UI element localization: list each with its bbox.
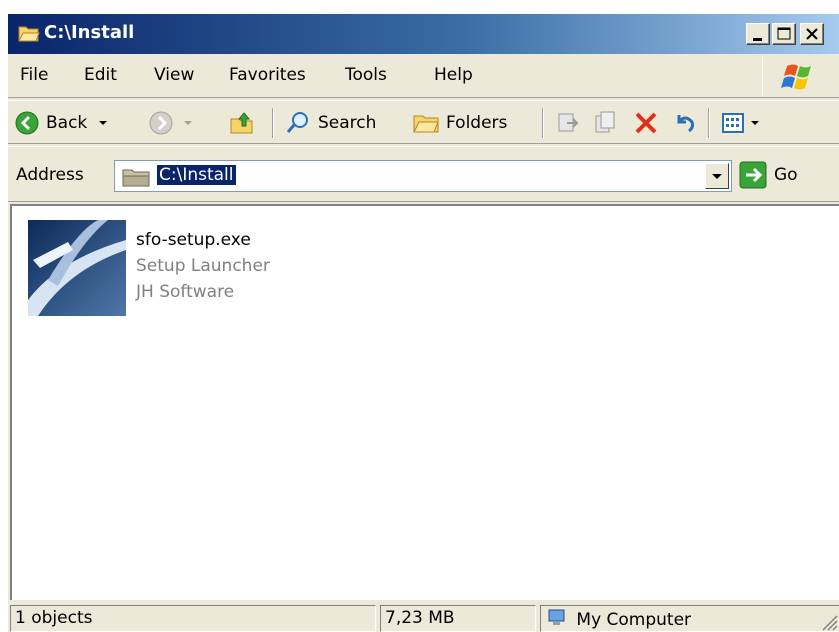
undo-button[interactable] [670, 108, 698, 138]
close-icon [806, 28, 818, 40]
forward-arrow-icon [149, 111, 173, 135]
menu-help[interactable]: Help [434, 65, 473, 85]
resize-grip-icon[interactable] [817, 610, 839, 632]
address-value: C:\Install [157, 165, 236, 185]
toolbar-separator [542, 108, 544, 138]
status-size-text: 7,23 MB [385, 608, 455, 628]
status-bar: 1 objects 7,23 MB My Computer [8, 602, 839, 632]
delete-x-icon [635, 112, 657, 134]
status-objects-text: 1 objects [15, 608, 93, 628]
go-button[interactable]: Go [738, 160, 798, 190]
menu-tools[interactable]: Tools [345, 65, 387, 85]
toolbar-separator [272, 108, 274, 138]
chevron-down-icon [99, 121, 108, 125]
file-list-view[interactable]: sfo-setup.exe Setup Launcher JH Software [10, 204, 839, 600]
up-folder-button[interactable] [228, 108, 256, 138]
menu-edit[interactable]: Edit [84, 65, 117, 85]
status-zone: My Computer [540, 605, 839, 632]
back-label: Back [46, 113, 88, 133]
chevron-down-icon [712, 174, 722, 179]
minimize-button[interactable] [746, 23, 770, 45]
menu-file[interactable]: File [20, 65, 48, 85]
address-input[interactable]: C:\Install [114, 160, 732, 192]
maximize-icon [777, 27, 791, 40]
delete-button[interactable] [632, 108, 660, 138]
folder-open-icon [18, 26, 40, 42]
address-bar: Address C:\Install Go [8, 146, 839, 202]
menu-favorites[interactable]: Favorites [229, 65, 306, 85]
move-to-icon [558, 113, 579, 132]
go-label: Go [774, 165, 798, 185]
address-label: Address [16, 165, 84, 185]
standard-toolbar: Back Search Folders [8, 100, 839, 144]
toolbar-separator [708, 108, 710, 138]
move-to-button[interactable] [554, 108, 582, 138]
menu-bar: File Edit View Favorites Tools Help [8, 54, 839, 98]
explorer-window: C:\Install File Edit View Favorites Tool… [8, 14, 839, 632]
search-button[interactable]: Search [284, 108, 376, 138]
folder-icon [413, 115, 439, 133]
file-description: Setup Launcher [136, 256, 270, 276]
copy-to-icon [595, 111, 615, 133]
chevron-down-icon [751, 121, 759, 125]
window-title: C:\Install [44, 22, 135, 43]
status-size: 7,23 MB [380, 605, 536, 632]
copy-to-button[interactable] [592, 108, 620, 138]
my-computer-icon [548, 609, 565, 625]
setup-launcher-icon [28, 220, 126, 316]
folders-label: Folders [446, 113, 508, 133]
search-label: Search [318, 113, 377, 133]
forward-button[interactable] [148, 108, 196, 138]
close-button[interactable] [800, 23, 824, 45]
search-icon [286, 112, 308, 133]
windows-flag-icon [781, 64, 811, 90]
status-objects: 1 objects [10, 605, 376, 632]
menu-view[interactable]: View [154, 65, 194, 85]
folders-button[interactable]: Folders [412, 108, 507, 138]
back-button[interactable]: Back [14, 108, 111, 138]
up-folder-icon [230, 112, 253, 134]
file-company: JH Software [136, 282, 235, 302]
back-arrow-icon [15, 111, 39, 135]
go-arrow-icon [739, 161, 767, 189]
file-item[interactable]: sfo-setup.exe Setup Launcher JH Software [28, 220, 328, 320]
views-button[interactable] [720, 108, 762, 138]
views-icon [722, 113, 744, 133]
windows-logo [762, 56, 828, 96]
file-name: sfo-setup.exe [136, 230, 251, 250]
maximize-button[interactable] [772, 23, 796, 45]
folder-icon [122, 169, 150, 187]
status-zone-text: My Computer [576, 610, 692, 630]
chevron-down-icon [184, 121, 192, 125]
title-bar[interactable]: C:\Install [8, 14, 839, 54]
address-dropdown-button[interactable] [705, 163, 729, 189]
undo-icon [677, 115, 695, 133]
minimize-icon [753, 38, 762, 41]
